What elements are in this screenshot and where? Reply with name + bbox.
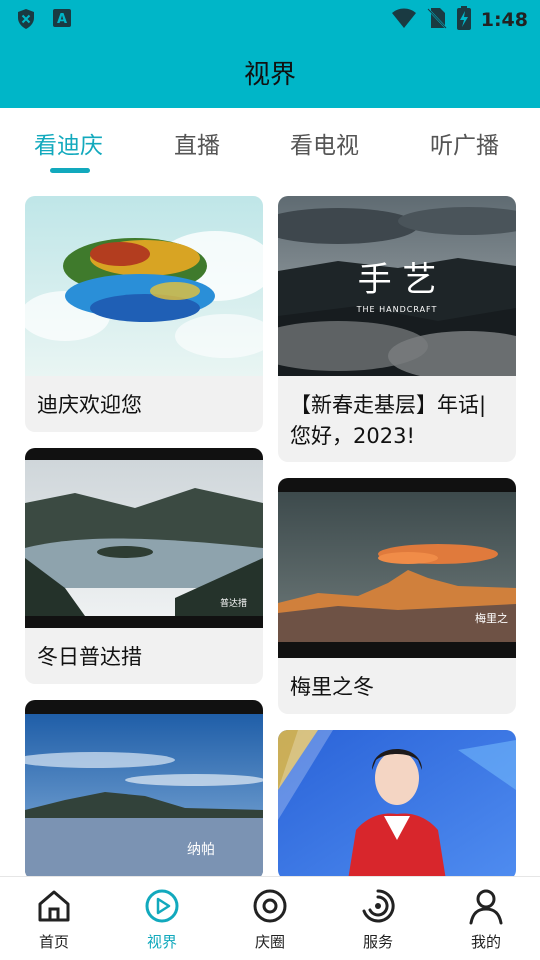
video-title: 【新春走基层】年话| 您好，2023! xyxy=(290,393,487,448)
video-card[interactable] xyxy=(278,730,516,880)
nav-qingquan[interactable]: 庆圈 xyxy=(230,887,310,952)
video-card[interactable]: 普达措 冬日普达措 xyxy=(25,448,263,684)
video-thumbnail: 手 艺 THE HANDCRAFT xyxy=(278,196,516,376)
tab-kan-diqing[interactable]: 看迪庆 xyxy=(34,126,103,160)
nav-label: 首页 xyxy=(38,933,69,951)
svg-text:A: A xyxy=(57,12,67,27)
top-bar: A 1:48 视界 xyxy=(0,0,540,108)
thumbnail-text: 纳帕 xyxy=(187,842,215,858)
nav-label: 视界 xyxy=(146,933,177,951)
nav-mine[interactable]: 我的 xyxy=(446,887,526,952)
thumbnail-text: 梅里之 xyxy=(475,611,508,625)
thumbnail-text: 普达措 xyxy=(220,597,247,609)
status-bar: A 1:48 xyxy=(0,0,540,36)
video-card[interactable]: 迪庆欢迎您 xyxy=(25,196,263,432)
page-title: 视界 xyxy=(243,60,296,90)
video-card[interactable]: 纳帕 xyxy=(25,700,263,880)
ring-icon xyxy=(253,889,287,923)
video-card[interactable]: 手 艺 THE HANDCRAFT 【新春走基层】年话| 您好，2023! xyxy=(278,196,516,462)
a-letter-icon: A xyxy=(52,8,72,34)
bottom-nav: 首页 视界 庆圈 服务 我的 xyxy=(0,876,540,960)
tab-tv[interactable]: 看电视 xyxy=(290,126,359,160)
person-icon xyxy=(469,889,503,925)
video-thumbnail xyxy=(278,730,516,880)
tab-indicator xyxy=(50,168,90,173)
video-card[interactable]: 梅里之 梅里之冬 xyxy=(278,478,516,714)
video-thumbnail: 梅里之 xyxy=(278,478,516,658)
battery-charging-icon xyxy=(456,6,471,34)
wifi-icon xyxy=(391,7,417,33)
tab-bar: 看迪庆 直播 看电视 听广播 xyxy=(0,108,540,178)
nav-shijie[interactable]: 视界 xyxy=(122,887,202,952)
shield-icon xyxy=(16,8,36,34)
nav-home[interactable]: 首页 xyxy=(14,887,94,952)
swirl-icon xyxy=(362,889,395,923)
video-thumbnail: 普达措 xyxy=(25,448,263,628)
nav-label: 庆圈 xyxy=(254,933,285,951)
nav-label: 我的 xyxy=(470,933,501,951)
video-thumbnail xyxy=(25,196,263,376)
nav-label: 服务 xyxy=(362,933,393,951)
home-icon xyxy=(38,890,70,922)
video-thumbnail: 纳帕 xyxy=(25,700,263,880)
nav-services[interactable]: 服务 xyxy=(338,887,418,952)
video-title: 迪庆欢迎您 xyxy=(37,393,142,417)
video-title: 冬日普达措 xyxy=(37,645,142,669)
tab-live[interactable]: 直播 xyxy=(174,126,220,160)
thumbnail-subtext: THE HANDCRAFT xyxy=(356,305,438,314)
video-title: 梅里之冬 xyxy=(290,675,374,699)
no-sim-icon xyxy=(427,6,447,34)
play-circle-icon xyxy=(145,889,179,923)
tab-radio[interactable]: 听广播 xyxy=(430,126,499,160)
status-time: 1:48 xyxy=(480,9,528,31)
thumbnail-text: 手 艺 xyxy=(358,260,437,300)
